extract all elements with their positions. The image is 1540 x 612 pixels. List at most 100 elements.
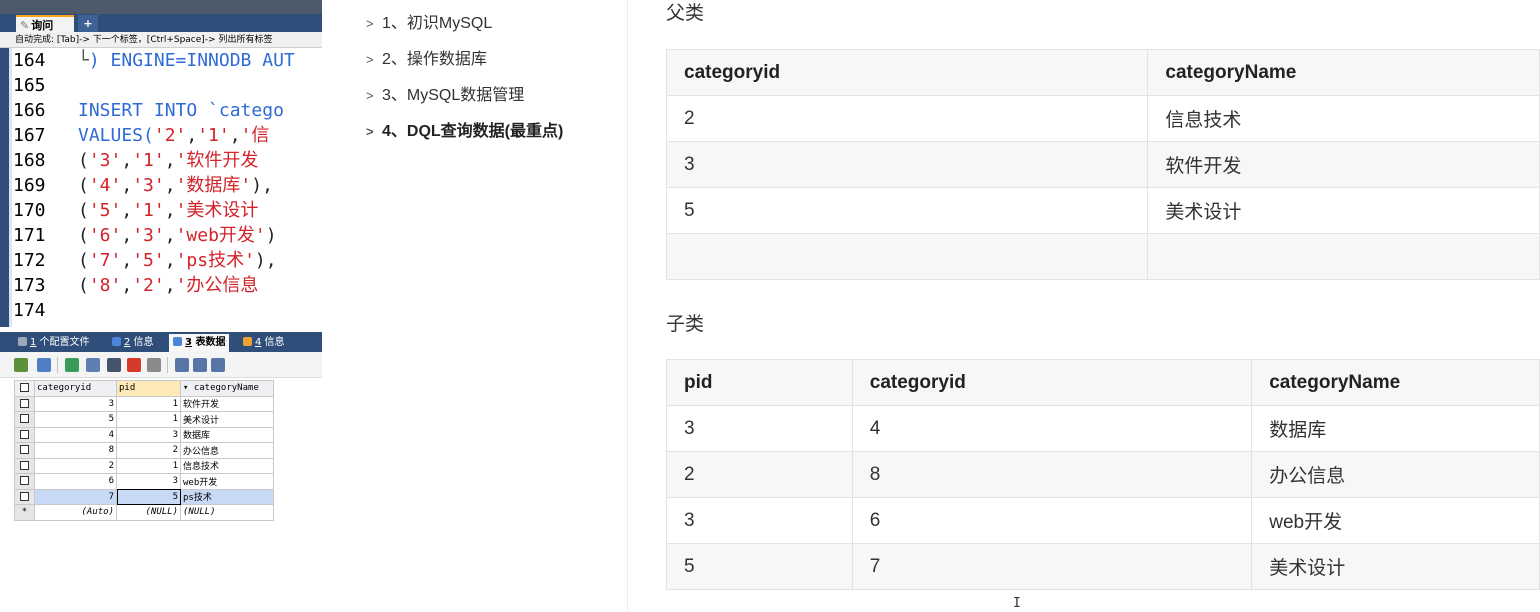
grid-cell[interactable]: 8 [34,442,117,459]
checkbox-icon[interactable] [20,398,29,408]
insert-row-icon[interactable] [65,358,79,372]
table-cell: 3 [666,405,853,452]
code-token: ), [251,175,273,196]
row-checkbox-cell[interactable] [14,473,35,490]
export-icon[interactable] [37,358,51,372]
code-token: '软件开发 [175,150,259,171]
grid-cell[interactable]: 1 [116,457,181,474]
code-line: 168 ('3','1','软件开发 [12,148,258,173]
save-icon[interactable] [107,358,121,372]
grid-cell[interactable]: (NULL) [180,504,274,521]
grid-cell[interactable]: 5 [34,411,117,428]
editor-gutter-strip [0,32,9,327]
table-header-cell: categoryName [1147,49,1540,96]
grid-mode-icon[interactable] [14,358,28,372]
grid-cell[interactable]: 4 [34,426,117,443]
row-checkbox-cell[interactable] [14,426,35,443]
text-view-icon[interactable] [211,358,225,372]
grid-cell[interactable]: web开发 [180,473,274,490]
grid-row[interactable]: 5 1 美术设计 [14,411,274,428]
grid-row[interactable]: 3 1 软件开发 [14,395,274,412]
table-row [665,233,1540,280]
grid-cell[interactable]: 3 [116,426,181,443]
row-checkbox-cell[interactable] [14,488,35,505]
checkbox-icon[interactable] [20,460,29,470]
line-number: 165 [13,75,46,96]
table-cell: 2 [666,451,853,498]
row-checkbox-cell[interactable] [14,442,35,459]
code-token: , [121,225,133,246]
grid-row[interactable]: 4 3 数据库 [14,426,274,443]
checkbox-icon[interactable] [20,383,29,393]
grid-cell[interactable]: 办公信息 [180,442,274,459]
table-cell: 2 [665,95,1149,142]
grid-cell[interactable]: 1 [116,395,181,412]
checkbox-icon[interactable] [20,476,29,486]
grid-cell[interactable]: 6 [34,473,117,490]
table-cell: 美术设计 [1251,543,1540,590]
grid-row[interactable]: 6 3 web开发 [14,473,274,490]
table-cell: 8 [851,451,1253,498]
grid-cell[interactable]: ps技术 [180,488,274,505]
toc-item[interactable]: >3、MySQL数据管理 [366,84,524,108]
grid-column-header[interactable]: categoryid [34,380,117,397]
sql-editor[interactable]: 164 └) ENGINE=INNODB AUT 165 166 INSERT INTO… [12,48,322,326]
query-tab-bar: ✎ 询问 + [0,14,322,32]
grid-cell[interactable]: 3 [34,395,117,412]
cancel-icon[interactable] [147,358,161,372]
toc-item[interactable]: >4、DQL查询数据(最重点) [366,120,563,144]
grid-new-row[interactable]: * (Auto) (NULL) (NULL) [14,504,274,521]
grid-cell[interactable]: (NULL) [116,504,181,521]
grid-row[interactable]: 7 5 ps技术 [14,488,274,505]
table-cell: 软件开发 [1147,141,1540,188]
grid-view-icon[interactable] [175,358,189,372]
toc-item[interactable]: >1、初识MySQL [366,12,492,36]
checkbox-icon[interactable] [20,429,29,439]
select-all-checkbox[interactable] [14,380,35,397]
grid-cell[interactable]: 1 [116,411,181,428]
toc-item[interactable]: >2、操作数据库 [366,48,487,72]
sqlyog-panel: ✎ 询问 + 自动完成: [Tab]-> 下一个标签，[Ctrl+Space]->… [0,0,322,612]
result-tab-icon [173,337,182,346]
chevron-right-icon: > [366,52,374,67]
table-cell: 美术设计 [1147,187,1540,234]
checkbox-icon[interactable] [20,491,29,501]
row-checkbox-cell[interactable] [14,411,35,428]
row-checkbox-cell[interactable] [14,457,35,474]
result-grid[interactable]: categoryid pid ▾ categoryName 3 1 软件开发 5 1 美术设计… [14,380,274,521]
toolbar-separator [57,357,58,373]
result-tab-1[interactable]: 1 个配置文件 [18,334,90,352]
line-number: 164 [13,50,46,71]
result-tab-icon [18,337,27,346]
toc-item-label: 2、操作数据库 [382,51,487,68]
delete-row-icon[interactable] [127,358,141,372]
grid-cell[interactable]: 信息技术 [180,457,274,474]
grid-cell[interactable]: 软件开发 [180,395,274,412]
row-checkbox-cell[interactable] [14,395,35,412]
code-token: , [164,250,176,271]
grid-cell[interactable]: 数据库 [180,426,274,443]
tab-query[interactable]: ✎ 询问 [16,15,74,32]
code-token: '1' [132,150,165,171]
result-tab-3[interactable]: 3 表数据 [169,334,230,352]
result-tab-4[interactable]: 4 信息 [243,334,285,352]
add-tab-button[interactable]: + [78,15,98,32]
grid-row[interactable]: 8 2 办公信息 [14,442,274,459]
grid-column-header[interactable]: ▾ categoryName [180,380,274,397]
result-tab-label: 个配置文件 [36,337,90,348]
code-token: , [164,275,176,296]
grid-column-header[interactable]: pid [116,380,181,397]
grid-cell[interactable]: 2 [116,442,181,459]
grid-cell[interactable]: 5 [116,488,181,505]
grid-cell[interactable]: 2 [34,457,117,474]
checkbox-icon[interactable] [20,445,29,455]
form-view-icon[interactable] [193,358,207,372]
grid-cell[interactable]: 7 [34,488,117,505]
grid-row[interactable]: 2 1 信息技术 [14,457,274,474]
grid-cell[interactable]: (Auto) [34,504,117,521]
grid-cell[interactable]: 3 [116,473,181,490]
checkbox-icon[interactable] [20,414,29,424]
grid-cell[interactable]: 美术设计 [180,411,274,428]
result-tab-2[interactable]: 2 信息 [112,334,154,352]
duplicate-row-icon[interactable] [86,358,100,372]
